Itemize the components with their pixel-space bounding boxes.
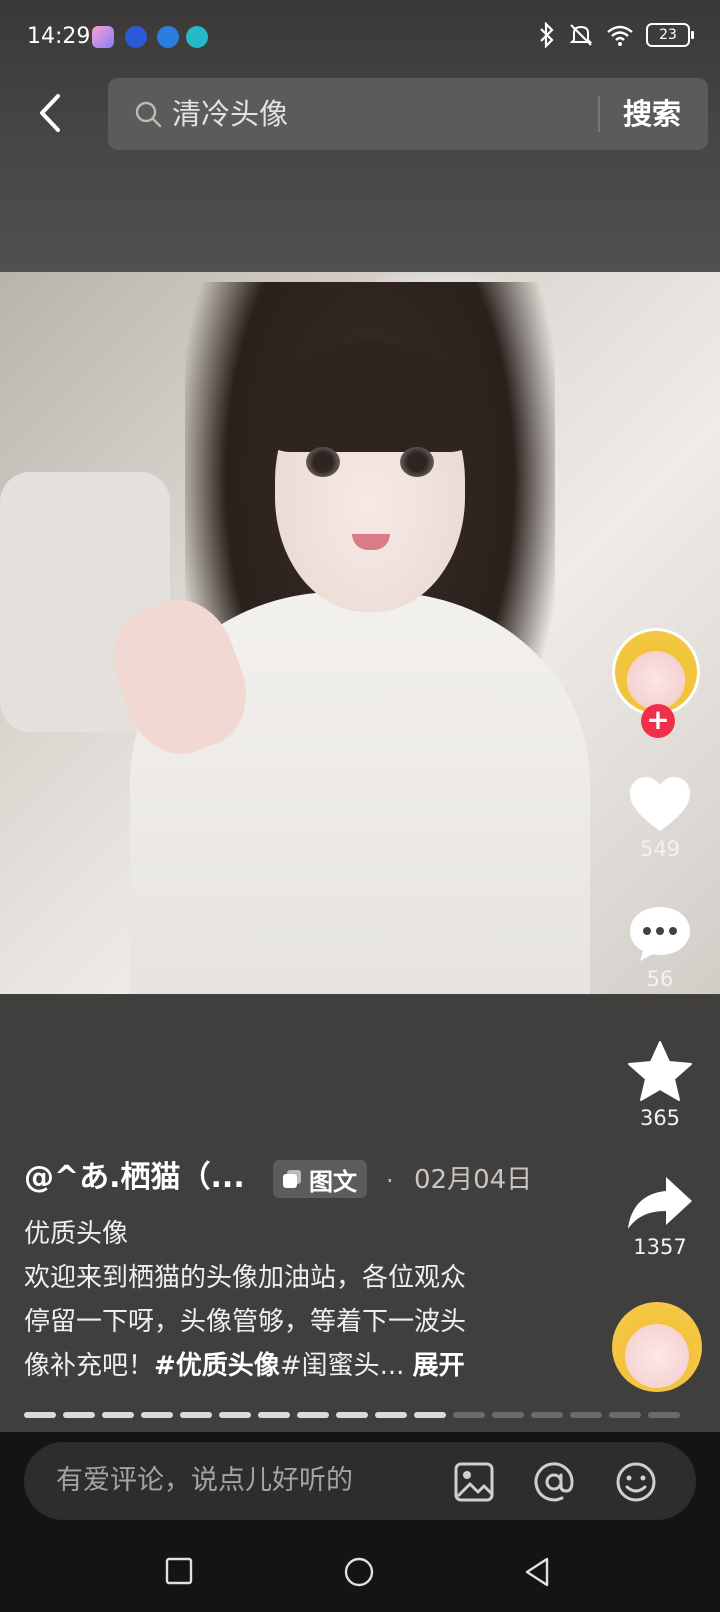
- progress-dash: [570, 1412, 602, 1418]
- progress-dash: [492, 1412, 524, 1418]
- system-navigation-bar: [0, 1538, 720, 1612]
- follow-button[interactable]: +: [641, 704, 675, 738]
- status-time: 14:29: [27, 24, 91, 49]
- author-name[interactable]: @^あ.栖猫（...: [24, 1158, 245, 1198]
- image-icon[interactable]: [452, 1460, 496, 1504]
- progress-dash: [609, 1412, 641, 1418]
- image-progress-indicator: [24, 1412, 680, 1418]
- notification-app-icon-4: [186, 26, 208, 48]
- search-input[interactable]: 清冷头像: [172, 94, 288, 134]
- favorite-count: 365: [639, 1106, 681, 1130]
- like-count: 549: [639, 837, 681, 861]
- wifi-icon: [607, 25, 633, 46]
- progress-dash: [375, 1412, 407, 1418]
- photo-eye-left: [306, 447, 340, 477]
- image-text-icon: [283, 1170, 301, 1188]
- progress-dash: [102, 1412, 134, 1418]
- favorite-button[interactable]: 365: [620, 1040, 700, 1130]
- post-date: 02月04日: [414, 1165, 533, 1195]
- caption-line-3-text: 像补充吧！: [24, 1351, 155, 1381]
- back-triangle-icon[interactable]: [522, 1556, 552, 1588]
- progress-dash: [219, 1412, 251, 1418]
- caption-line-1: 欢迎来到栖猫的头像加油站，各位观众: [24, 1263, 467, 1293]
- photo-bangs: [270, 342, 470, 452]
- progress-dash: [336, 1412, 368, 1418]
- status-bar: 14:29 23: [0, 0, 720, 76]
- search-divider: [598, 96, 600, 132]
- search-bar[interactable]: 清冷头像 搜索: [108, 78, 708, 150]
- home-icon[interactable]: [343, 1556, 375, 1588]
- battery-level: 23: [659, 27, 677, 43]
- share-arrow-icon: [628, 1177, 692, 1229]
- comment-bubble-icon: [630, 907, 690, 961]
- notification-app-icon-3: [157, 26, 179, 48]
- progress-dash: [141, 1412, 173, 1418]
- bluetooth-icon: [540, 22, 554, 48]
- caption-line-3: 像补充吧！#优质头像#闺蜜头... 展开: [24, 1344, 544, 1388]
- user-avatar-thumbnail[interactable]: [612, 1302, 702, 1392]
- comment-input-bar[interactable]: 有爱评论，说点儿好听的: [24, 1442, 696, 1520]
- notification-app-icon-1: [92, 26, 114, 48]
- progress-dash: [297, 1412, 329, 1418]
- post-type-label: 图文: [309, 1167, 357, 1196]
- progress-dash: [453, 1412, 485, 1418]
- search-submit-button[interactable]: 搜索: [623, 94, 681, 134]
- progress-dash: [258, 1412, 290, 1418]
- notification-app-icon-2: [125, 26, 147, 48]
- progress-dash: [180, 1412, 212, 1418]
- comment-count: 56: [646, 967, 674, 991]
- recent-apps-icon[interactable]: [164, 1556, 194, 1586]
- back-button[interactable]: [30, 88, 74, 138]
- post-title: 优质头像: [24, 1219, 129, 1249]
- comment-input[interactable]: 有爱评论，说点儿好听的: [56, 1460, 353, 1502]
- mute-bell-icon: [569, 24, 593, 46]
- at-mention-icon[interactable]: [532, 1460, 576, 1504]
- comment-button[interactable]: 56: [620, 905, 700, 991]
- hashtag-link-truncated[interactable]: #闺蜜头...: [280, 1351, 405, 1381]
- photo-eye-right: [400, 447, 434, 477]
- caption-line-2: 停留一下呀，头像管够，等着下一波头: [24, 1307, 467, 1337]
- hashtag-link[interactable]: #优质头像: [154, 1351, 280, 1381]
- battery-indicator: 23: [646, 23, 694, 47]
- expand-button[interactable]: 展开: [413, 1351, 465, 1381]
- search-icon: [135, 101, 162, 128]
- date-separator: ·: [386, 1167, 394, 1195]
- like-button[interactable]: 549: [620, 775, 700, 861]
- emoji-icon[interactable]: [614, 1460, 658, 1504]
- star-icon: [628, 1041, 692, 1101]
- chevron-left-icon: [40, 94, 60, 132]
- progress-dash: [414, 1412, 446, 1418]
- share-button[interactable]: 1357: [620, 1175, 700, 1259]
- post-caption: 优质头像 欢迎来到栖猫的头像加油站，各位观众 停留一下呀，头像管够，等着下一波头…: [24, 1212, 544, 1388]
- progress-dash: [648, 1412, 680, 1418]
- share-count: 1357: [633, 1235, 687, 1259]
- post-type-tag: 图文: [273, 1160, 367, 1198]
- post-image[interactable]: [0, 272, 720, 994]
- progress-dash: [531, 1412, 563, 1418]
- progress-dash: [24, 1412, 56, 1418]
- progress-dash: [63, 1412, 95, 1418]
- heart-icon: [630, 777, 690, 831]
